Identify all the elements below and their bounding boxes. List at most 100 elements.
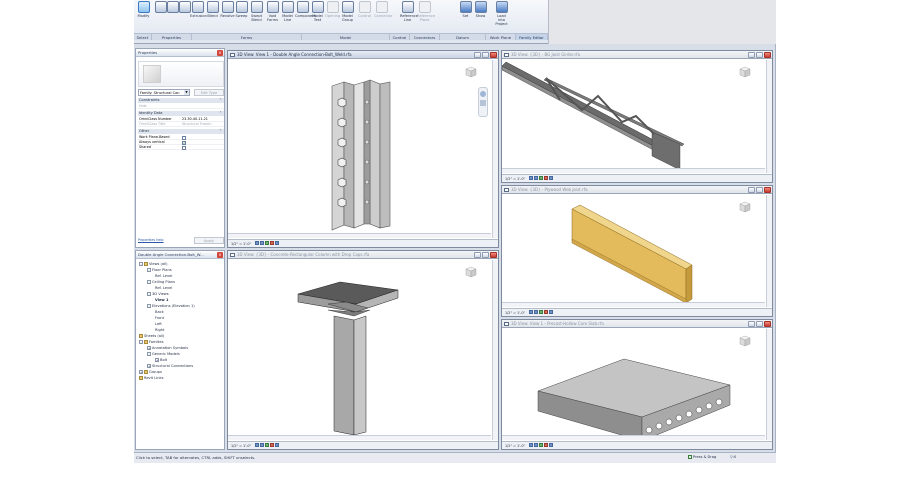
panel-control[interactable]: Control <box>390 33 410 40</box>
detail-level-icon[interactable] <box>529 443 534 447</box>
collapse-icon[interactable]: - <box>147 292 151 296</box>
ribbon-tool-revolve[interactable]: Revolve <box>220 1 235 18</box>
minimize-icon[interactable] <box>474 252 481 258</box>
property-group[interactable]: Other ⌃ <box>138 129 224 134</box>
property-group[interactable]: Constraints ⌃ <box>138 98 224 103</box>
sun-path-icon[interactable] <box>539 310 544 314</box>
apply-button[interactable]: Apply <box>194 237 224 244</box>
chevron-down-icon[interactable]: ▼ <box>184 90 189 95</box>
horizontal-scrollbar[interactable] <box>228 233 491 238</box>
ribbon-tool-model-line[interactable]: Model Line <box>280 1 295 22</box>
shadows-icon[interactable] <box>544 176 549 180</box>
restore-icon[interactable] <box>482 52 489 58</box>
browser-item[interactable]: Ref. Level <box>155 286 172 291</box>
ribbon-tool-control[interactable]: Control <box>357 1 372 18</box>
view-scale[interactable]: 1/2" = 1'-0" <box>505 311 525 315</box>
panel-forms[interactable]: Forms <box>192 33 302 40</box>
close-icon[interactable] <box>764 187 771 193</box>
view-hollow-core-slab[interactable]: 3D View: View 1 - Precast-Hollow Core Sl… <box>501 319 773 450</box>
viewcube-icon[interactable] <box>464 265 477 278</box>
panel-properties[interactable]: Properties <box>152 33 192 40</box>
sun-path-icon[interactable] <box>539 443 544 447</box>
browser-item[interactable]: View 1 <box>155 298 168 303</box>
visual-style-icon[interactable] <box>534 310 539 314</box>
expand-icon[interactable]: + <box>139 370 143 374</box>
ribbon-tool-extrusion[interactable]: Extrusion <box>190 1 207 18</box>
sun-path-icon[interactable] <box>265 241 270 245</box>
browser-item[interactable]: - Generic Models <box>147 352 180 357</box>
minimize-icon[interactable] <box>748 321 755 327</box>
browser-item[interactable]: +Annotation Symbols <box>147 346 188 351</box>
browser-item[interactable]: Left <box>155 322 162 327</box>
shadows-icon[interactable] <box>544 443 549 447</box>
property-checkbox[interactable] <box>182 135 186 140</box>
collapse-icon[interactable]: ⌃ <box>219 129 222 134</box>
collapse-icon[interactable]: - <box>147 352 151 356</box>
crop-view-icon[interactable] <box>275 241 280 245</box>
press-drag-toggle[interactable]: Press & Drag <box>688 455 716 460</box>
view-scale[interactable]: 1/2" = 1'-0" <box>505 177 525 181</box>
browser-item[interactable]: - Elevations (Elevation 1) <box>147 304 195 309</box>
restore-icon[interactable] <box>482 252 489 258</box>
close-icon[interactable] <box>490 252 497 258</box>
crop-view-icon[interactable] <box>275 443 280 447</box>
view-concrete-column[interactable]: 3D View: {3D} - Concrete-Rectangular Col… <box>227 250 499 450</box>
visual-style-icon[interactable] <box>260 443 265 447</box>
collapse-icon[interactable]: ⌃ <box>219 111 222 116</box>
restore-icon[interactable] <box>756 321 763 327</box>
collapse-icon[interactable]: ⌃ <box>219 98 222 103</box>
type-filter-dropdown[interactable]: Family: Structural Con <box>138 89 190 96</box>
ribbon-tool-swept-blend[interactable]: Swept Blend <box>249 1 264 22</box>
ribbon-tool-blend[interactable]: Blend <box>205 1 220 18</box>
minimize-icon[interactable] <box>474 52 481 58</box>
expand-icon[interactable]: + <box>155 358 159 362</box>
visual-style-icon[interactable] <box>534 443 539 447</box>
type-selector-preview[interactable] <box>138 61 224 87</box>
ribbon-tool-load-into-project[interactable]: Load into Project <box>494 1 509 26</box>
collapse-icon[interactable]: - <box>147 280 151 284</box>
property-checkbox[interactable] <box>182 145 186 150</box>
vertical-scrollbar[interactable] <box>766 329 772 440</box>
ribbon-tool-model-group[interactable]: Model Group <box>340 1 355 22</box>
vertical-scrollbar[interactable] <box>766 195 772 307</box>
browser-item[interactable]: - Floor Plans <box>147 268 172 273</box>
panel-datum[interactable]: Datum <box>440 33 486 40</box>
viewcube-icon[interactable] <box>738 200 751 213</box>
ribbon-tool-opening[interactable]: Opening <box>325 1 340 18</box>
detail-level-icon[interactable] <box>255 241 260 245</box>
ribbon-tool-component[interactable]: Component <box>295 1 316 18</box>
browser-item[interactable]: -3D Views <box>147 292 169 297</box>
expand-icon[interactable]: + <box>147 346 151 350</box>
browser-item[interactable]: - Families <box>139 340 164 345</box>
detail-level-icon[interactable] <box>529 310 534 314</box>
browser-item[interactable]: Right <box>155 328 164 333</box>
ribbon-tool-model-text[interactable]: Model Text <box>310 1 325 22</box>
ribbon-tool-reference-line[interactable]: Reference Line <box>400 1 418 22</box>
ribbon-tool-connector[interactable]: Connector <box>374 1 393 18</box>
property-group[interactable]: Identity Data ⌃ <box>138 111 224 116</box>
panel-model[interactable]: Model <box>302 33 390 40</box>
vertical-scrollbar[interactable] <box>492 260 498 440</box>
close-icon[interactable]: × <box>217 252 223 258</box>
crop-view-icon[interactable] <box>549 310 554 314</box>
sun-path-icon[interactable] <box>265 443 270 447</box>
zoom-icon[interactable] <box>480 100 486 106</box>
restore-icon[interactable] <box>756 52 763 58</box>
horizontal-scrollbar[interactable] <box>502 302 765 307</box>
ribbon-tool-modify[interactable]: Modify <box>136 1 151 18</box>
panel-connectors[interactable]: Connectors <box>410 33 440 40</box>
view-scale[interactable]: 1/2" = 1'-0" <box>505 444 525 448</box>
minimize-icon[interactable] <box>748 187 755 193</box>
sun-path-icon[interactable] <box>539 176 544 180</box>
view-scale[interactable]: 1/2" = 1'-0" <box>231 242 251 246</box>
browser-item[interactable]: Front <box>155 316 164 321</box>
browser-item[interactable]: +Bolt <box>155 358 167 363</box>
property-checkbox[interactable]: ✓ <box>182 140 186 145</box>
browser-item[interactable]: - Ceiling Plans <box>147 280 175 285</box>
detail-level-icon[interactable] <box>529 176 534 180</box>
minimize-icon[interactable] <box>748 52 755 58</box>
crop-view-icon[interactable] <box>549 443 554 447</box>
detail-level-icon[interactable] <box>255 443 260 447</box>
panel-select[interactable]: Select <box>134 33 152 40</box>
steering-wheel-icon[interactable] <box>480 91 486 97</box>
